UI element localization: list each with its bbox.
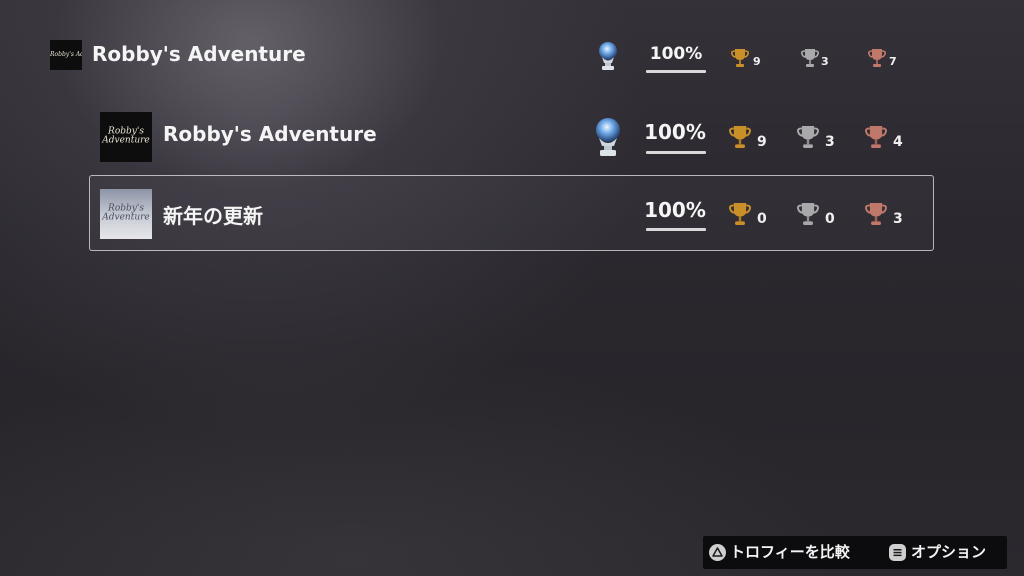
triangle-button-icon [709, 544, 726, 561]
silver-trophy-icon [797, 124, 819, 150]
options-button-icon [889, 544, 906, 561]
platinum-trophy-icon [596, 40, 620, 72]
platinum-trophy-icon [592, 116, 624, 158]
gold-trophy-icon [729, 201, 751, 227]
group-gold-count: 9 [757, 134, 767, 150]
group-bronze-count: 3 [893, 211, 903, 227]
group-progress-percent: 100% [644, 120, 706, 144]
options-hint[interactable]: オプション [911, 536, 986, 569]
group-bronze-count: 4 [893, 134, 903, 150]
bronze-trophy-icon [865, 201, 887, 227]
group-title: Robby's Adventure [163, 122, 377, 146]
group-thumbnail-logo: Robby's Adventure [102, 126, 150, 146]
game-silver-count: 3 [821, 55, 829, 68]
gold-trophy-icon [729, 124, 751, 150]
group-title: 新年の更新 [163, 204, 263, 228]
bronze-trophy-icon [865, 124, 887, 150]
group-silver-count: 3 [825, 134, 835, 150]
group-gold-count: 0 [757, 211, 767, 227]
game-thumbnail-logo: Robby's Adventure [50, 51, 82, 58]
group-silver-count: 0 [825, 211, 835, 227]
gold-trophy-icon [731, 48, 749, 68]
group-progress-percent: 100% [644, 198, 706, 222]
game-gold-count: 9 [753, 55, 761, 68]
bronze-trophy-icon [868, 48, 886, 68]
game-title: Robby's Adventure [92, 42, 306, 66]
game-bronze-count: 7 [889, 55, 897, 68]
game-progress-percent: 100% [649, 44, 703, 64]
game-thumbnail: Robby's Adventure [50, 40, 82, 70]
group-thumbnail-logo: Robby's Adventure [102, 203, 150, 223]
compare-trophies-hint[interactable]: トロフィーを比較 [730, 536, 850, 569]
silver-trophy-icon [801, 48, 819, 68]
group-thumbnail: Robby's Adventure [100, 112, 152, 162]
button-hints-bar: トロフィーを比較 オプション [703, 536, 1007, 569]
group-thumbnail: Robby's Adventure [100, 189, 152, 239]
group-progress-bar [646, 151, 706, 154]
game-progress-bar [646, 70, 706, 73]
silver-trophy-icon [797, 201, 819, 227]
group-progress-bar [646, 228, 706, 231]
